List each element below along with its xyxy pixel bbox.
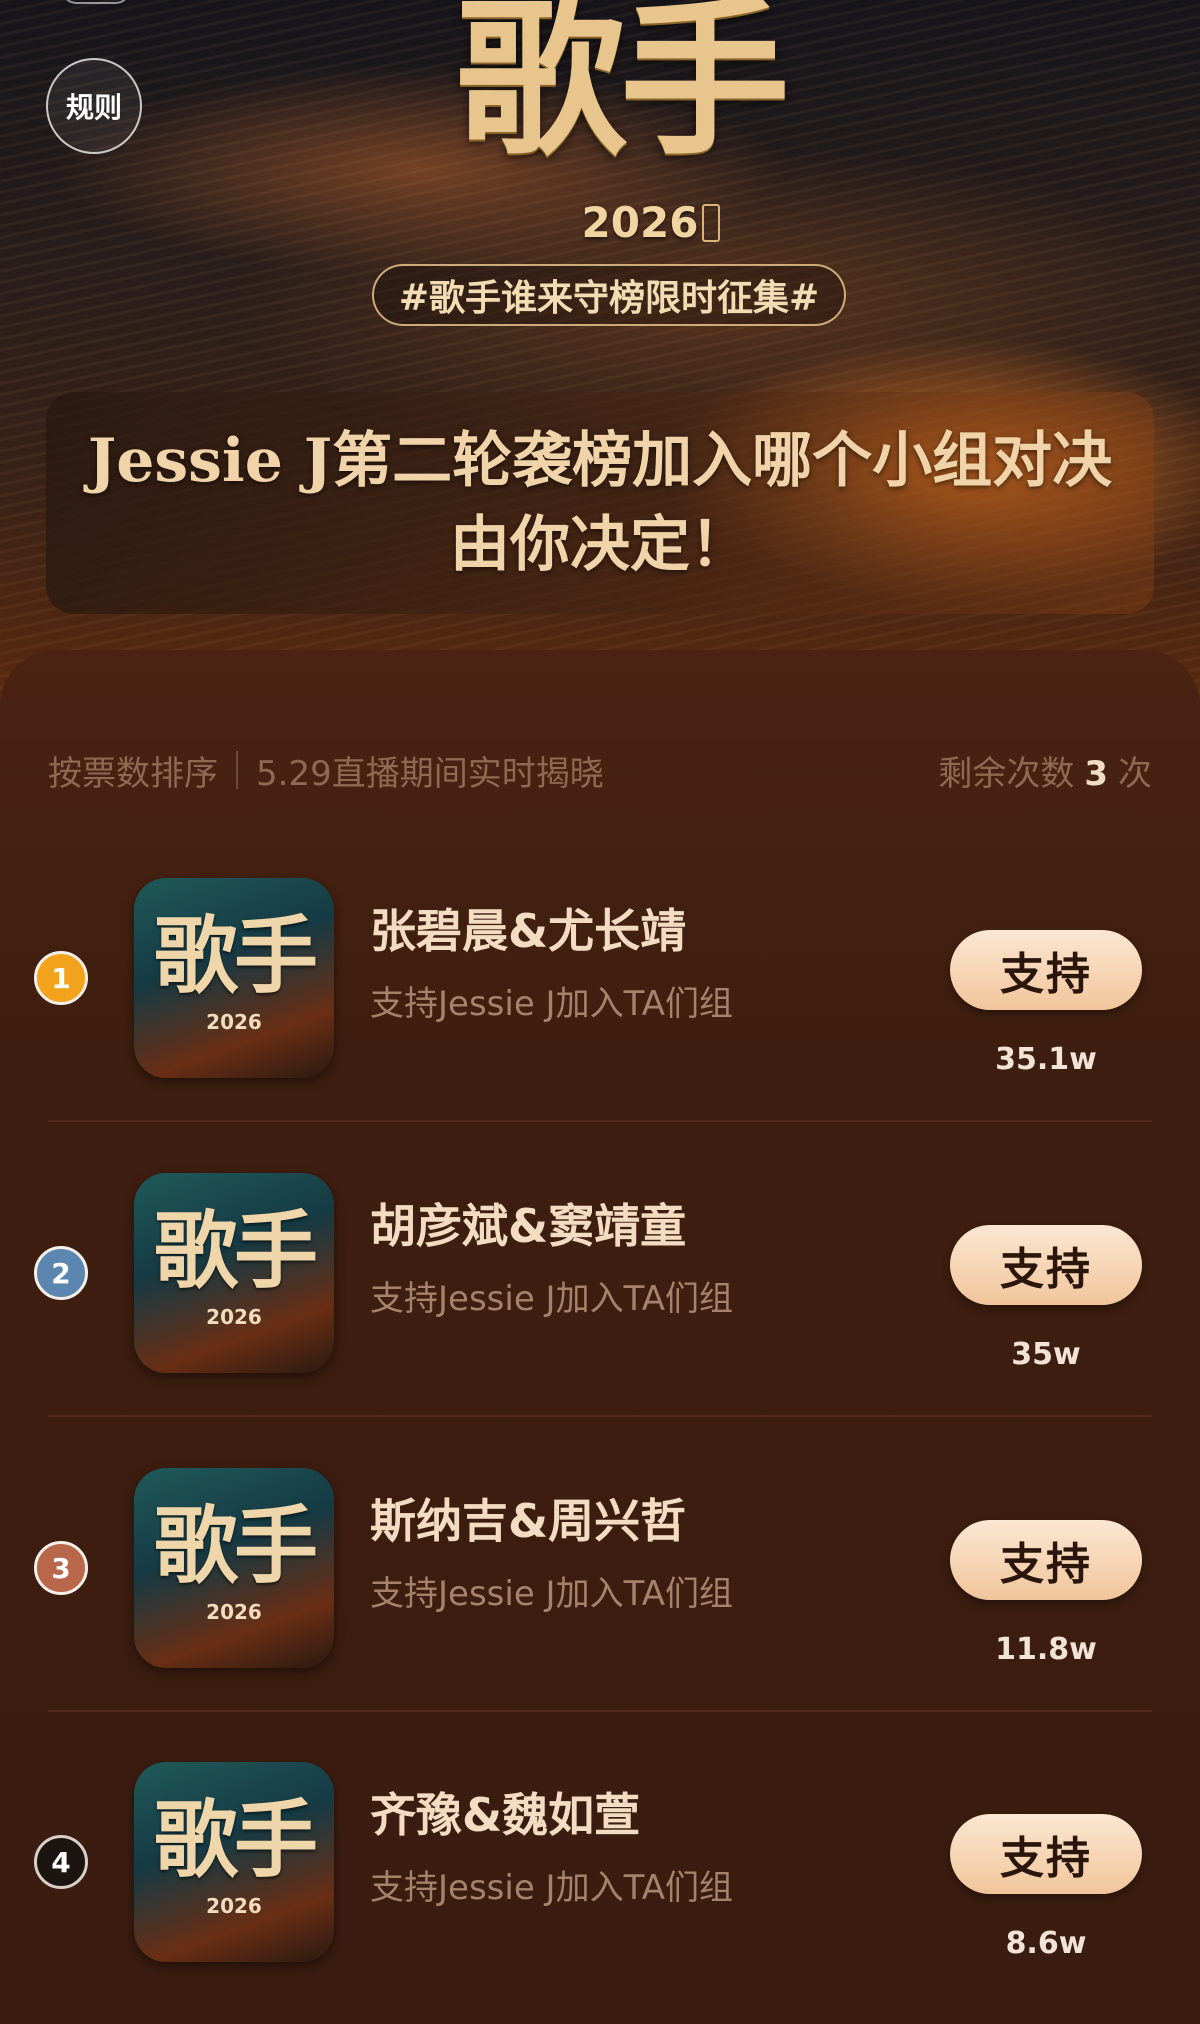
- row-divider: [48, 1415, 1152, 1417]
- thumbnail-year: 2026: [206, 1894, 262, 1918]
- list-item: 3 歌手 2026 斯纳吉&周兴哲 支持Jessie J加入TA们组 支持 11…: [0, 1438, 1200, 1732]
- rank-badge: 2: [34, 1246, 88, 1300]
- rules-button[interactable]: 规则: [46, 58, 142, 154]
- group-names: 胡彦斌&窦靖童: [370, 1199, 687, 1253]
- vote-count: 8.6w: [1005, 1926, 1087, 1961]
- support-button[interactable]: 支持: [950, 930, 1142, 1010]
- sort-info: 按票数排序 5.29直播期间实时揭晓: [48, 746, 604, 795]
- info-bar: 按票数排序 5.29直播期间实时揭晓 剩余次数 3 次: [48, 742, 1152, 798]
- support-button[interactable]: 支持: [950, 1814, 1142, 1894]
- group-subtitle: 支持Jessie J加入TA们组: [370, 984, 733, 1024]
- group-names: 张碧晨&尤长靖: [370, 904, 687, 958]
- group-thumbnail: 歌手 2026: [134, 1173, 334, 1373]
- thumbnail-title: 歌手: [153, 1790, 318, 1889]
- group-subtitle: 支持Jessie J加入TA们组: [370, 1574, 733, 1614]
- rank-badge: 1: [34, 951, 88, 1005]
- thumbnail-title: 歌手: [153, 1496, 318, 1595]
- remaining-votes: 剩余次数 3 次: [938, 746, 1152, 795]
- headline-banner: Jessie J第二轮袭榜加入哪个小组对决 由你决定！: [46, 392, 1154, 614]
- show-logo: 歌手 2026: [430, 0, 810, 250]
- group-thumbnail: 歌手 2026: [134, 1762, 334, 1962]
- row-divider: [48, 1120, 1152, 1122]
- support-button[interactable]: 支持: [950, 1520, 1142, 1600]
- thumbnail-year: 2026: [206, 1305, 262, 1329]
- info-divider: [236, 751, 238, 789]
- group-names: 齐豫&魏如萱: [370, 1788, 641, 1842]
- thumbnail-year: 2026: [206, 1010, 262, 1034]
- vote-count: 11.8w: [995, 1632, 1097, 1667]
- group-subtitle: 支持Jessie J加入TA们组: [370, 1279, 733, 1319]
- logo-title: 歌手: [455, 0, 790, 179]
- sort-label: 按票数排序: [48, 753, 218, 794]
- remaining-suffix: 次: [1118, 753, 1152, 794]
- remaining-count: 3: [1084, 753, 1108, 794]
- row-divider: [48, 1710, 1152, 1712]
- vote-count: 35w: [1011, 1337, 1081, 1372]
- group-names: 斯纳吉&周兴哲: [370, 1494, 687, 1548]
- list-item: 2 歌手 2026 胡彦斌&窦靖童 支持Jessie J加入TA们组 支持 35…: [0, 1143, 1200, 1437]
- support-button[interactable]: 支持: [950, 1225, 1142, 1305]
- list-item: 1 歌手 2026 张碧晨&尤长靖 支持Jessie J加入TA们组 支持 35…: [0, 848, 1200, 1142]
- rank-badge: 3: [34, 1541, 88, 1595]
- logo-year: 2026: [581, 198, 699, 247]
- thumbnail-title: 歌手: [153, 906, 318, 1005]
- vote-count: 35.1w: [995, 1042, 1097, 1077]
- rank-badge: 4: [34, 1835, 88, 1889]
- top-partial-button[interactable]: [60, 0, 132, 4]
- thumbnail-title: 歌手: [153, 1201, 318, 1300]
- headline-line-2: 由你决定！: [450, 510, 750, 580]
- headline-line-1: Jessie J第二轮袭榜加入哪个小组对决: [87, 426, 1113, 496]
- group-subtitle: 支持Jessie J加入TA们组: [370, 1868, 733, 1908]
- group-thumbnail: 歌手 2026: [134, 1468, 334, 1668]
- live-note: 5.29直播期间实时揭晓: [256, 753, 604, 794]
- remaining-prefix: 剩余次数: [938, 753, 1075, 794]
- list-item: 4 歌手 2026 齐豫&魏如萱 支持Jessie J加入TA们组 支持 8.6…: [0, 1732, 1200, 2024]
- thumbnail-year: 2026: [206, 1600, 262, 1624]
- logo-badge-icon: [702, 204, 720, 242]
- campaign-hashtag: #歌手谁来守榜限时征集#: [372, 264, 846, 326]
- hero-banner: 规则 歌手 2026 #歌手谁来守榜限时征集# Jessie J第二轮袭榜加入哪…: [0, 0, 1200, 700]
- group-thumbnail: 歌手 2026: [134, 878, 334, 1078]
